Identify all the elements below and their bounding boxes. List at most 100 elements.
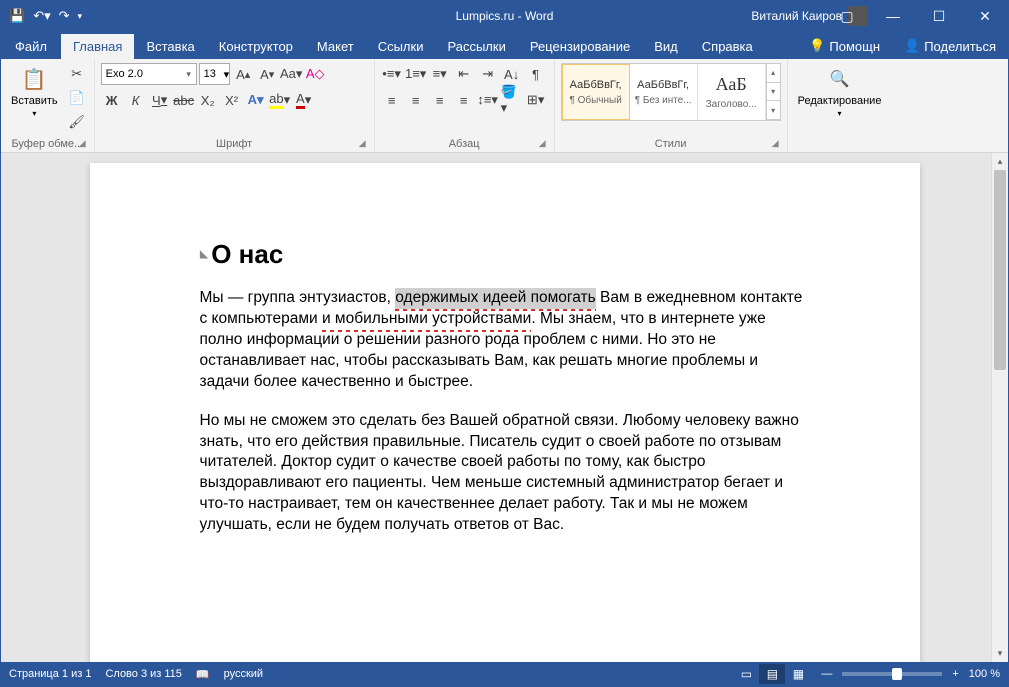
titlebar: 💾 ↶▾ ↷ ▾ Lumpics.ru - Word Виталий Каиро… xyxy=(1,1,1008,31)
selected-text[interactable]: одержимых идеей помогать xyxy=(395,288,595,309)
clear-formatting-icon[interactable]: A◇ xyxy=(304,63,326,85)
tab-mailings[interactable]: Рассылки xyxy=(435,34,517,59)
tab-layout[interactable]: Макет xyxy=(305,34,366,59)
tab-references[interactable]: Ссылки xyxy=(366,34,436,59)
zoom-out-button[interactable]: — xyxy=(821,668,832,680)
tab-review[interactable]: Рецензирование xyxy=(518,34,642,59)
font-name-input[interactable] xyxy=(102,68,182,80)
undo-icon[interactable]: ↶▾ xyxy=(33,8,50,24)
paragraph-1[interactable]: Мы — группа энтузиастов, одержимых идеей… xyxy=(200,288,810,393)
group-editing: 🔍 Редактирование ▾ xyxy=(788,59,892,152)
scroll-down-icon[interactable]: ▾ xyxy=(992,645,1008,662)
style-no-spacing[interactable]: АаБбВвГг, ¶ Без инте... xyxy=(630,64,698,120)
font-size-combo[interactable]: ▾ xyxy=(199,63,231,85)
group-label: Стили◢ xyxy=(561,136,781,152)
format-painter-icon[interactable]: 🖌 xyxy=(66,111,88,133)
text-effects-icon[interactable]: A▾ xyxy=(245,89,267,111)
tab-view[interactable]: Вид xyxy=(642,34,690,59)
share-button[interactable]: 👤Поделиться xyxy=(892,33,1008,59)
web-layout-icon[interactable]: ▦ xyxy=(785,664,811,684)
page[interactable]: О нас Мы — группа энтузиастов, одержимых… xyxy=(90,163,920,662)
tab-design[interactable]: Конструктор xyxy=(207,34,305,59)
justify-icon[interactable]: ≡ xyxy=(453,89,475,111)
slider-thumb[interactable] xyxy=(892,668,902,680)
dialog-launcher-icon[interactable]: ◢ xyxy=(772,138,779,149)
font-color-icon[interactable]: A▾ xyxy=(293,89,315,111)
underline-button[interactable]: Ч▾ xyxy=(149,89,171,111)
align-center-icon[interactable]: ≡ xyxy=(405,89,427,111)
grow-font-icon[interactable]: A▴ xyxy=(232,63,254,85)
close-button[interactable]: ✕ xyxy=(962,1,1008,31)
ribbon-options-icon[interactable]: ▢ xyxy=(824,1,870,31)
gallery-up-icon[interactable]: ▴ xyxy=(766,64,780,83)
gallery-more-icon[interactable]: ▾ xyxy=(766,101,780,120)
copy-icon[interactable]: 📄 xyxy=(66,87,88,109)
qat-customize-icon[interactable]: ▾ xyxy=(78,11,83,22)
chevron-down-icon: ▾ xyxy=(32,109,36,118)
dialog-launcher-icon[interactable]: ◢ xyxy=(359,138,366,149)
scrollbar-thumb[interactable] xyxy=(994,170,1006,370)
maximize-button[interactable]: ☐ xyxy=(916,1,962,31)
word-count[interactable]: Слово 3 из 115 xyxy=(105,668,181,680)
minimize-button[interactable]: — xyxy=(870,1,916,31)
tab-help[interactable]: Справка xyxy=(690,34,765,59)
superscript-icon[interactable]: X² xyxy=(221,89,243,111)
read-mode-icon[interactable]: ▭ xyxy=(733,664,759,684)
multilevel-list-icon[interactable]: ≡▾ xyxy=(429,63,451,85)
sort-icon[interactable]: A↓ xyxy=(501,63,523,85)
chevron-down-icon[interactable]: ▾ xyxy=(182,69,196,80)
group-clipboard: 📋 Вставить ▾ ✂ 📄 🖌 Буфер обме...◢ xyxy=(1,59,95,152)
page-indicator[interactable]: Страница 1 из 1 xyxy=(9,668,91,680)
gallery-down-icon[interactable]: ▾ xyxy=(766,83,780,102)
align-right-icon[interactable]: ≡ xyxy=(429,89,451,111)
change-case-icon[interactable]: Aa▾ xyxy=(280,63,302,85)
print-layout-icon[interactable]: ▤ xyxy=(759,664,785,684)
vertical-scrollbar[interactable]: ▴ ▾ xyxy=(991,153,1008,662)
editing-button[interactable]: 🔍 Редактирование ▾ xyxy=(794,63,886,120)
font-size-input[interactable] xyxy=(200,68,224,80)
borders-icon[interactable]: ⊞▾ xyxy=(525,89,547,111)
redo-icon[interactable]: ↷ xyxy=(59,8,70,24)
font-name-combo[interactable]: ▾ xyxy=(101,63,197,85)
spelling-error[interactable]: и мобильными устройствами xyxy=(322,309,531,330)
chevron-down-icon: ▾ xyxy=(838,109,842,118)
strikethrough-icon[interactable]: abc xyxy=(173,89,195,111)
group-font: ▾ ▾ A▴ A▾ Aa▾ A◇ Ж К Ч▾ abc X₂ xyxy=(95,59,375,152)
zoom-slider[interactable] xyxy=(842,672,942,676)
tab-file[interactable]: Файл xyxy=(1,34,61,59)
language-indicator[interactable]: русский xyxy=(224,668,263,680)
italic-button[interactable]: К xyxy=(125,89,147,111)
cut-icon[interactable]: ✂ xyxy=(66,63,88,85)
zoom-in-button[interactable]: + xyxy=(952,668,958,680)
align-left-icon[interactable]: ≡ xyxy=(381,89,403,111)
heading[interactable]: О нас xyxy=(200,239,810,270)
subscript-icon[interactable]: X₂ xyxy=(197,89,219,111)
bullets-icon[interactable]: •≡▾ xyxy=(381,63,403,85)
document-area[interactable]: О нас Мы — группа энтузиастов, одержимых… xyxy=(1,153,1008,662)
numbering-icon[interactable]: 1≡▾ xyxy=(405,63,427,85)
scroll-up-icon[interactable]: ▴ xyxy=(992,153,1008,170)
show-marks-icon[interactable]: ¶ xyxy=(525,63,547,85)
proofing-icon[interactable]: 📖 xyxy=(196,668,210,681)
style-normal[interactable]: АаБбВвГг, ¶ Обычный xyxy=(562,64,630,120)
zoom-level[interactable]: 100 % xyxy=(969,668,1000,680)
decrease-indent-icon[interactable]: ⇤ xyxy=(453,63,475,85)
bold-button[interactable]: Ж xyxy=(101,89,123,111)
dialog-launcher-icon[interactable]: ◢ xyxy=(79,138,86,149)
line-spacing-icon[interactable]: ↕≡▾ xyxy=(477,89,499,111)
dialog-launcher-icon[interactable]: ◢ xyxy=(539,138,546,149)
tab-home[interactable]: Главная xyxy=(61,34,134,59)
increase-indent-icon[interactable]: ⇥ xyxy=(477,63,499,85)
style-heading1[interactable]: АаБ Заголово... xyxy=(698,64,766,120)
save-icon[interactable]: 💾 xyxy=(9,8,25,24)
paste-button[interactable]: 📋 Вставить ▾ xyxy=(7,63,62,120)
highlight-color-icon[interactable]: ab▾ xyxy=(269,89,291,111)
shading-icon[interactable]: 🪣▾ xyxy=(501,89,523,111)
shrink-font-icon[interactable]: A▾ xyxy=(256,63,278,85)
paragraph-2[interactable]: Но мы не сможем это сделать без Вашей об… xyxy=(200,411,810,537)
tell-me[interactable]: 💡Помощн xyxy=(797,33,892,59)
word-window: 💾 ↶▾ ↷ ▾ Lumpics.ru - Word Виталий Каиро… xyxy=(0,0,1009,687)
tab-insert[interactable]: Вставка xyxy=(134,34,206,59)
chevron-down-icon[interactable]: ▾ xyxy=(224,68,230,81)
share-icon: 👤 xyxy=(904,38,920,54)
